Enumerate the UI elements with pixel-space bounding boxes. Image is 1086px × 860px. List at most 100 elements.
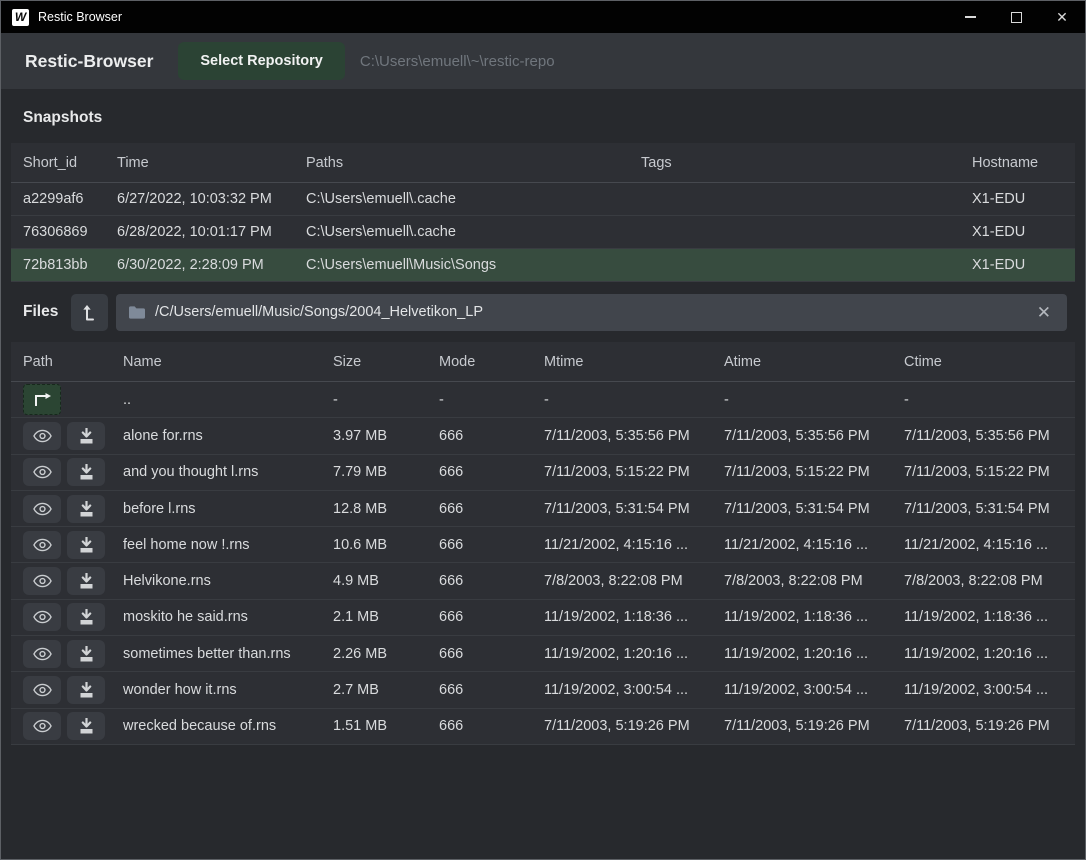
- file-mtime: -: [544, 392, 724, 408]
- parent-dir-row: .. - - - - -: [11, 382, 1075, 418]
- up-right-arrow-icon: [33, 393, 52, 406]
- snapshots-section-header: Snapshots: [1, 89, 1085, 143]
- file-actions: [23, 422, 123, 450]
- download-file-button[interactable]: [67, 603, 105, 631]
- file-ctime: 7/11/2003, 5:15:22 PM: [904, 464, 1075, 480]
- files-column-header: Atime: [724, 354, 904, 370]
- download-icon: [79, 573, 94, 589]
- clear-path-button[interactable]: ✕: [1034, 304, 1054, 321]
- eye-icon: [33, 538, 52, 552]
- preview-file-button[interactable]: [23, 531, 61, 559]
- preview-file-button[interactable]: [23, 495, 61, 523]
- snapshots-column-header: Paths: [306, 155, 641, 171]
- file-name: wrecked because of.rns: [123, 718, 333, 734]
- repository-path: C:\Users\emuell\~\restic-repo: [360, 53, 555, 70]
- file-atime: 7/11/2003, 5:19:26 PM: [724, 718, 904, 734]
- snapshots-column-header: Short_id: [23, 155, 117, 171]
- files-column-header: Path: [23, 354, 123, 370]
- file-size: 1.51 MB: [333, 718, 439, 734]
- app-header: Restic-Browser Select Repository C:\User…: [1, 33, 1085, 89]
- snapshot-row[interactable]: 72b813bb6/30/2022, 2:28:09 PMC:\Users\em…: [11, 249, 1075, 282]
- file-mode: 666: [439, 646, 544, 662]
- file-row: Helvikone.rns4.9 MB6667/8/2003, 8:22:08 …: [11, 563, 1075, 599]
- go-to-parent-button[interactable]: [71, 294, 108, 331]
- download-icon: [79, 646, 94, 662]
- file-actions: [23, 495, 123, 523]
- snapshot-time: 6/27/2022, 10:03:32 PM: [117, 191, 306, 207]
- file-row: feel home now !.rns10.6 MB66611/21/2002,…: [11, 527, 1075, 563]
- files-column-header: Mtime: [544, 354, 724, 370]
- preview-file-button[interactable]: [23, 676, 61, 704]
- file-mtime: 7/11/2003, 5:31:54 PM: [544, 501, 724, 517]
- close-icon: ✕: [1056, 10, 1068, 24]
- minimize-button[interactable]: [947, 1, 993, 33]
- preview-file-button[interactable]: [23, 712, 61, 740]
- app-window: W Restic Browser ✕ Restic-Browser Select…: [0, 0, 1086, 860]
- download-file-button[interactable]: [67, 422, 105, 450]
- snapshot-time: 6/30/2022, 2:28:09 PM: [117, 257, 306, 273]
- eye-icon: [33, 574, 52, 588]
- files-table-header: PathNameSizeModeMtimeAtimeCtime: [11, 342, 1075, 382]
- file-row: wrecked because of.rns1.51 MB6667/11/200…: [11, 709, 1075, 745]
- file-name: alone for.rns: [123, 428, 333, 444]
- eye-icon: [33, 465, 52, 479]
- file-mode: -: [439, 392, 544, 408]
- file-ctime: 7/8/2003, 8:22:08 PM: [904, 573, 1075, 589]
- snapshot-hostname: X1-EDU: [972, 224, 1075, 240]
- file-name: and you thought l.rns: [123, 464, 333, 480]
- download-icon: [79, 464, 94, 480]
- maximize-icon: [1011, 12, 1022, 23]
- file-mode: 666: [439, 537, 544, 553]
- app-logo-icon: W: [12, 9, 29, 26]
- download-file-button[interactable]: [67, 712, 105, 740]
- files-table: PathNameSizeModeMtimeAtimeCtime .. - - -…: [11, 342, 1075, 745]
- preview-file-button[interactable]: [23, 458, 61, 486]
- snapshot-hostname: X1-EDU: [972, 257, 1075, 273]
- file-size: -: [333, 392, 439, 408]
- file-size: 2.7 MB: [333, 682, 439, 698]
- file-name[interactable]: ..: [123, 392, 333, 408]
- preview-file-button[interactable]: [23, 640, 61, 668]
- window-controls: ✕: [947, 1, 1085, 33]
- download-file-button[interactable]: [67, 567, 105, 595]
- snapshots-column-header: Time: [117, 155, 306, 171]
- file-atime: 7/11/2003, 5:31:54 PM: [724, 501, 904, 517]
- download-file-button[interactable]: [67, 531, 105, 559]
- file-atime: 11/19/2002, 3:00:54 ...: [724, 682, 904, 698]
- file-row: moskito he said.rns2.1 MB66611/19/2002, …: [11, 600, 1075, 636]
- file-name: moskito he said.rns: [123, 609, 333, 625]
- file-name: wonder how it.rns: [123, 682, 333, 698]
- file-mtime: 11/19/2002, 1:18:36 ...: [544, 609, 724, 625]
- level-up-icon: [82, 304, 97, 321]
- snapshots-table-header: Short_idTimePathsTagsHostname: [11, 143, 1075, 183]
- snapshots-column-header: Tags: [641, 155, 972, 171]
- file-mode: 666: [439, 501, 544, 517]
- file-mtime: 7/11/2003, 5:19:26 PM: [544, 718, 724, 734]
- open-parent-dir-button[interactable]: [23, 384, 61, 415]
- window-title: Restic Browser: [38, 10, 122, 24]
- file-atime: 7/11/2003, 5:15:22 PM: [724, 464, 904, 480]
- maximize-button[interactable]: [993, 1, 1039, 33]
- file-actions: [23, 712, 123, 740]
- download-file-button[interactable]: [67, 495, 105, 523]
- snapshot-hostname: X1-EDU: [972, 191, 1075, 207]
- select-repository-button[interactable]: Select Repository: [178, 42, 345, 80]
- close-button[interactable]: ✕: [1039, 1, 1085, 33]
- current-path-input[interactable]: /C/Users/emuell/Music/Songs/2004_Helveti…: [116, 294, 1067, 331]
- preview-file-button[interactable]: [23, 422, 61, 450]
- current-path-value: /C/Users/emuell/Music/Songs/2004_Helveti…: [155, 304, 1024, 320]
- download-file-button[interactable]: [67, 640, 105, 668]
- snapshots-title: Snapshots: [23, 109, 102, 126]
- file-name: sometimes better than.rns: [123, 646, 333, 662]
- download-file-button[interactable]: [67, 458, 105, 486]
- file-size: 10.6 MB: [333, 537, 439, 553]
- download-file-button[interactable]: [67, 676, 105, 704]
- file-size: 2.26 MB: [333, 646, 439, 662]
- snapshot-row[interactable]: 763068696/28/2022, 10:01:17 PMC:\Users\e…: [11, 216, 1075, 249]
- snapshot-paths: C:\Users\emuell\Music\Songs: [306, 257, 641, 273]
- snapshot-row[interactable]: a2299af66/27/2022, 10:03:32 PMC:\Users\e…: [11, 183, 1075, 216]
- preview-file-button[interactable]: [23, 603, 61, 631]
- snapshots-table-body: a2299af66/27/2022, 10:03:32 PMC:\Users\e…: [11, 183, 1075, 282]
- file-mtime: 7/11/2003, 5:15:22 PM: [544, 464, 724, 480]
- preview-file-button[interactable]: [23, 567, 61, 595]
